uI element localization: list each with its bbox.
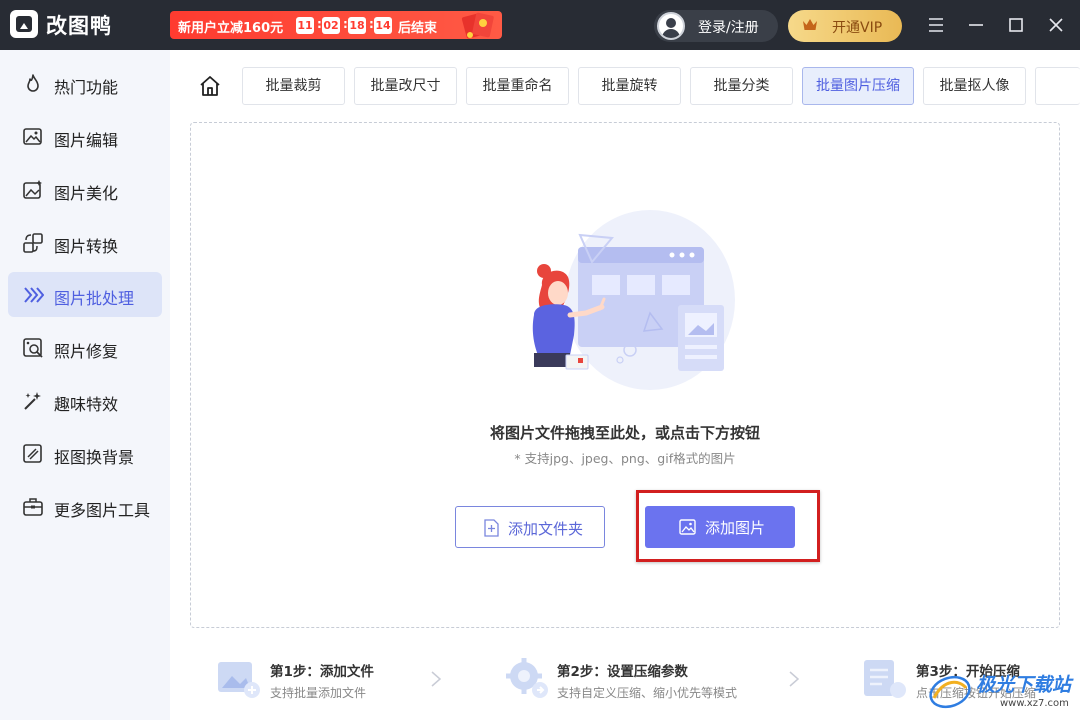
sidebar-item-convert[interactable]: 图片转换: [8, 220, 162, 265]
vip-button[interactable]: 开通VIP: [788, 10, 902, 42]
photo-repair-icon: [23, 338, 43, 358]
countdown-fraction: 14: [374, 17, 392, 34]
home-icon[interactable]: [198, 74, 222, 98]
upload-illustration: [532, 210, 735, 390]
tab-batch-resize[interactable]: 批量改尺寸: [354, 67, 457, 105]
maximize-icon[interactable]: [1005, 14, 1027, 36]
step-1-desc: 支持批量添加文件: [270, 686, 367, 700]
document-step-icon: [864, 660, 906, 698]
tab-batch-rotate[interactable]: 批量旋转: [578, 67, 681, 105]
vip-label: 开通VIP: [832, 20, 883, 36]
sidebar-item-label: 趣味特效: [54, 395, 119, 414]
settings-gear-icon: [506, 658, 548, 698]
add-folder-label: 添加文件夹: [508, 520, 584, 538]
promo-end-text: 后结束: [398, 21, 438, 36]
sidebar-item-more-tools[interactable]: 更多图片工具: [8, 484, 162, 529]
step-2-desc: 支持自定义压缩、缩小优先等模式: [557, 686, 738, 700]
sidebar-item-label: 热门功能: [54, 78, 119, 97]
magic-wand-icon: [24, 392, 41, 410]
app-title: 改图鸭: [46, 14, 112, 38]
tab-batch-compress[interactable]: 批量图片压缩: [802, 67, 914, 105]
flame-icon: [27, 74, 39, 92]
image-edit-icon: [23, 128, 42, 145]
sidebar-item-beautify[interactable]: 图片美化: [8, 167, 162, 212]
title-bar: 改图鸭 新用户立减160元 11 : 02 : 18 : 14 后结束 登录/注…: [0, 0, 1080, 50]
annotation-highlight-box: [636, 490, 820, 562]
image-convert-icon: [23, 233, 43, 253]
watermark-text: 极光下载站: [976, 674, 1072, 696]
countdown-seconds: 18: [348, 17, 366, 34]
tab-overflow[interactable]: [1035, 67, 1080, 105]
login-label: 登录/注册: [698, 20, 759, 36]
sidebar-item-label: 抠图换背景: [54, 448, 135, 467]
tab-batch-rename[interactable]: 批量重命名: [466, 67, 569, 105]
sidebar-item-effects[interactable]: 趣味特效: [8, 378, 162, 423]
hamburger-menu-icon[interactable]: [925, 14, 947, 36]
chevron-right-icon: [789, 671, 800, 687]
app-logo: [10, 10, 38, 38]
cutout-icon: [23, 444, 42, 463]
add-image-step-icon: [218, 662, 260, 698]
sidebar-item-image-edit[interactable]: 图片编辑: [8, 114, 162, 159]
red-envelope-icon: [461, 12, 494, 39]
step-1-title: 第1步：添加文件: [270, 664, 374, 680]
avatar[interactable]: [657, 12, 685, 40]
sidebar-item-cutout[interactable]: 抠图换背景: [8, 431, 162, 476]
sidebar-item-label: 图片批处理: [54, 289, 135, 308]
add-folder-button[interactable]: 添加文件夹: [455, 506, 605, 548]
minimize-icon[interactable]: [965, 14, 987, 36]
watermark-url: www.xz7.com: [1000, 698, 1069, 709]
sidebar-item-label: 图片转换: [54, 237, 119, 256]
batch-process-icon: [24, 287, 44, 303]
crown-icon: [803, 19, 817, 30]
toolbox-icon: [23, 498, 43, 516]
add-file-icon: [484, 519, 499, 537]
sidebar-item-hot[interactable]: 热门功能: [8, 61, 162, 106]
chevron-right-icon: [431, 671, 442, 687]
countdown-minutes: 02: [322, 17, 340, 34]
countdown-hours: 11: [296, 17, 314, 34]
tab-batch-crop[interactable]: 批量裁剪: [242, 67, 345, 105]
close-icon[interactable]: [1045, 14, 1067, 36]
image-beautify-icon: [23, 180, 42, 199]
step-2-title: 第2步：设置压缩参数: [557, 664, 688, 680]
promo-banner[interactable]: 新用户立减160元 11 : 02 : 18 : 14 后结束: [170, 11, 502, 39]
sidebar-item-label: 更多图片工具: [54, 501, 151, 520]
sidebar: 热门功能 图片编辑 图片美化 图片转换 图片批处理 照片修复 趣味特效 抠图换背…: [0, 50, 170, 720]
sidebar-item-label: 图片编辑: [54, 131, 119, 150]
sidebar-item-label: 图片美化: [54, 184, 119, 203]
supported-formats: * 支持jpg、jpeg、png、gif格式的图片: [514, 451, 736, 466]
tab-batch-portrait[interactable]: 批量抠人像: [923, 67, 1026, 105]
sidebar-item-repair[interactable]: 照片修复: [8, 325, 162, 370]
tab-batch-classify[interactable]: 批量分类: [690, 67, 793, 105]
promo-text: 新用户立减160元: [178, 21, 284, 36]
sidebar-item-label: 照片修复: [54, 342, 119, 361]
sidebar-item-batch[interactable]: 图片批处理: [8, 272, 162, 317]
drop-instruction: 将图片文件拖拽至此处，或点击下方按钮: [489, 424, 760, 442]
